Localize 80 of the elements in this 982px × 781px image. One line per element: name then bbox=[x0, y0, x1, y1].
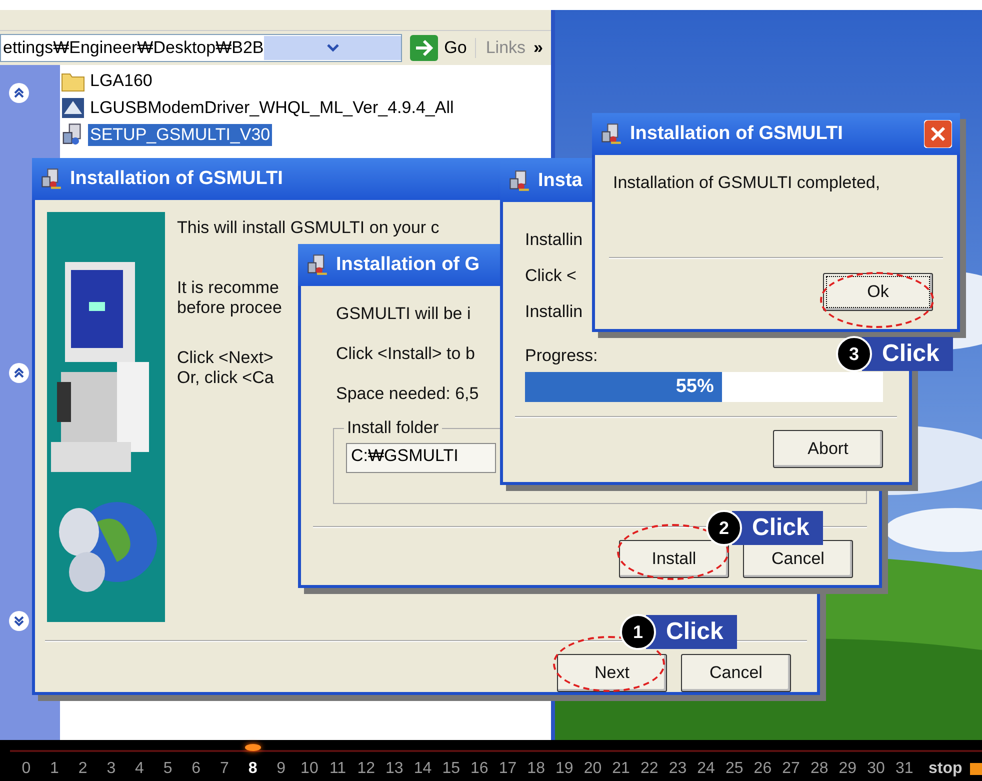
window-title: Insta bbox=[538, 170, 582, 192]
dialog-button[interactable]: Cancel bbox=[743, 540, 853, 578]
click-label: Click bbox=[732, 511, 824, 545]
timeline-step[interactable]: 7 bbox=[210, 760, 239, 778]
timeline-step[interactable]: 31 bbox=[890, 760, 918, 778]
more-chevron[interactable]: » bbox=[534, 38, 543, 58]
timeline-step[interactable]: 26 bbox=[748, 760, 777, 778]
timeline-step[interactable]: 24 bbox=[692, 760, 720, 778]
timeline-step[interactable]: 22 bbox=[635, 760, 664, 778]
timeline-step[interactable]: 15 bbox=[436, 760, 466, 778]
timeline-step[interactable]: 28 bbox=[805, 760, 834, 778]
setup-icon bbox=[40, 168, 62, 190]
timeline-step[interactable]: 14 bbox=[408, 760, 437, 778]
window-title: Installation of G bbox=[336, 254, 480, 276]
timeline-step[interactable]: 13 bbox=[380, 760, 409, 778]
file-name[interactable]: LGA160 bbox=[88, 70, 154, 92]
ok-button[interactable]: Ok bbox=[823, 273, 933, 311]
timeline-step[interactable]: 25 bbox=[720, 760, 749, 778]
timeline-step[interactable]: 27 bbox=[776, 760, 806, 778]
folder-field[interactable]: C:₩GSMULTI bbox=[346, 443, 496, 473]
timeline-step[interactable]: 12 bbox=[352, 760, 380, 778]
timeline-step[interactable]: 30 bbox=[862, 760, 890, 778]
installer-icon bbox=[60, 96, 86, 120]
double-chevron-icon bbox=[13, 615, 25, 627]
status-text: Installin bbox=[525, 230, 583, 250]
window-title: Installation of GSMULTI bbox=[630, 123, 843, 145]
instruction-text: Click <Next> bbox=[177, 348, 274, 368]
address-field[interactable]: ettings₩Engineer₩Desktop₩B2B bbox=[0, 34, 402, 62]
progress-label: Progress: bbox=[524, 345, 598, 366]
timeline-step[interactable]: 19 bbox=[550, 760, 579, 778]
playhead-marker bbox=[244, 744, 261, 751]
recommend-text: It is recomme bbox=[177, 278, 280, 298]
timeline-step[interactable]: 9 bbox=[266, 760, 296, 778]
timeline-step[interactable]: 17 bbox=[494, 760, 522, 778]
timeline-step[interactable]: 29 bbox=[834, 760, 862, 778]
status-text: Installin bbox=[525, 302, 583, 322]
info-text: GSMULTI will be i bbox=[336, 304, 471, 324]
file-name[interactable]: LGUSBModemDriver_WHQL_ML_Ver_4.9.4_All bbox=[88, 97, 456, 119]
intro-text: This will install GSMULTI on your c bbox=[177, 218, 440, 238]
dropdown-icon[interactable] bbox=[326, 43, 340, 53]
stop-button[interactable]: stop bbox=[928, 760, 962, 778]
timeline-step[interactable]: 16 bbox=[465, 760, 494, 778]
collapse-button[interactable] bbox=[9, 83, 29, 103]
double-chevron-icon bbox=[13, 367, 25, 379]
file-name[interactable]: SETUP_GSMULTI_V30 bbox=[88, 124, 272, 146]
timeline-step[interactable]: 1 bbox=[40, 760, 69, 778]
setup-icon bbox=[306, 254, 328, 276]
message-text: Installation of GSMULTI completed, bbox=[612, 172, 882, 193]
dialog-button[interactable]: Cancel bbox=[681, 654, 791, 692]
click-label: Click bbox=[646, 615, 738, 649]
recommend-text: before procee bbox=[177, 298, 282, 318]
dialog-button[interactable]: Install bbox=[619, 540, 729, 578]
timeline-step[interactable]: 8 bbox=[238, 760, 267, 778]
close-icon[interactable] bbox=[924, 120, 952, 148]
timeline-step[interactable]: 23 bbox=[664, 760, 692, 778]
info-text: Space needed: 6,5 bbox=[336, 384, 479, 404]
timeline-step[interactable]: 2 bbox=[68, 760, 97, 778]
timeline-step[interactable]: 10 bbox=[295, 760, 324, 778]
setup-icon bbox=[508, 170, 530, 192]
dialog-button[interactable]: Next bbox=[557, 654, 667, 692]
status-text: Click < bbox=[525, 266, 576, 286]
expand-button[interactable] bbox=[9, 611, 29, 631]
timeline-step[interactable]: 6 bbox=[182, 760, 210, 778]
info-text: Click <Install> to b bbox=[336, 344, 475, 364]
instruction-text: Or, click <Ca bbox=[177, 368, 274, 388]
timeline-step[interactable]: 21 bbox=[606, 760, 636, 778]
abort-button[interactable]: Abort bbox=[773, 430, 883, 468]
timeline-step[interactable]: 11 bbox=[324, 760, 352, 778]
setup-icon bbox=[600, 123, 622, 145]
double-chevron-icon bbox=[13, 87, 25, 99]
timeline-step[interactable]: 18 bbox=[522, 760, 550, 778]
timeline-step[interactable]: 20 bbox=[578, 760, 607, 778]
timeline-step[interactable]: 4 bbox=[125, 760, 154, 778]
click-label: Click bbox=[862, 337, 954, 371]
timeline-step[interactable]: 0 bbox=[12, 760, 40, 778]
window-title: Installation of GSMULTI bbox=[70, 168, 283, 190]
progress-percent: 55% bbox=[676, 376, 715, 398]
collapse-button[interactable] bbox=[9, 363, 29, 383]
timeline-step[interactable]: 5 bbox=[154, 760, 182, 778]
timeline-step[interactable]: 3 bbox=[96, 760, 126, 778]
